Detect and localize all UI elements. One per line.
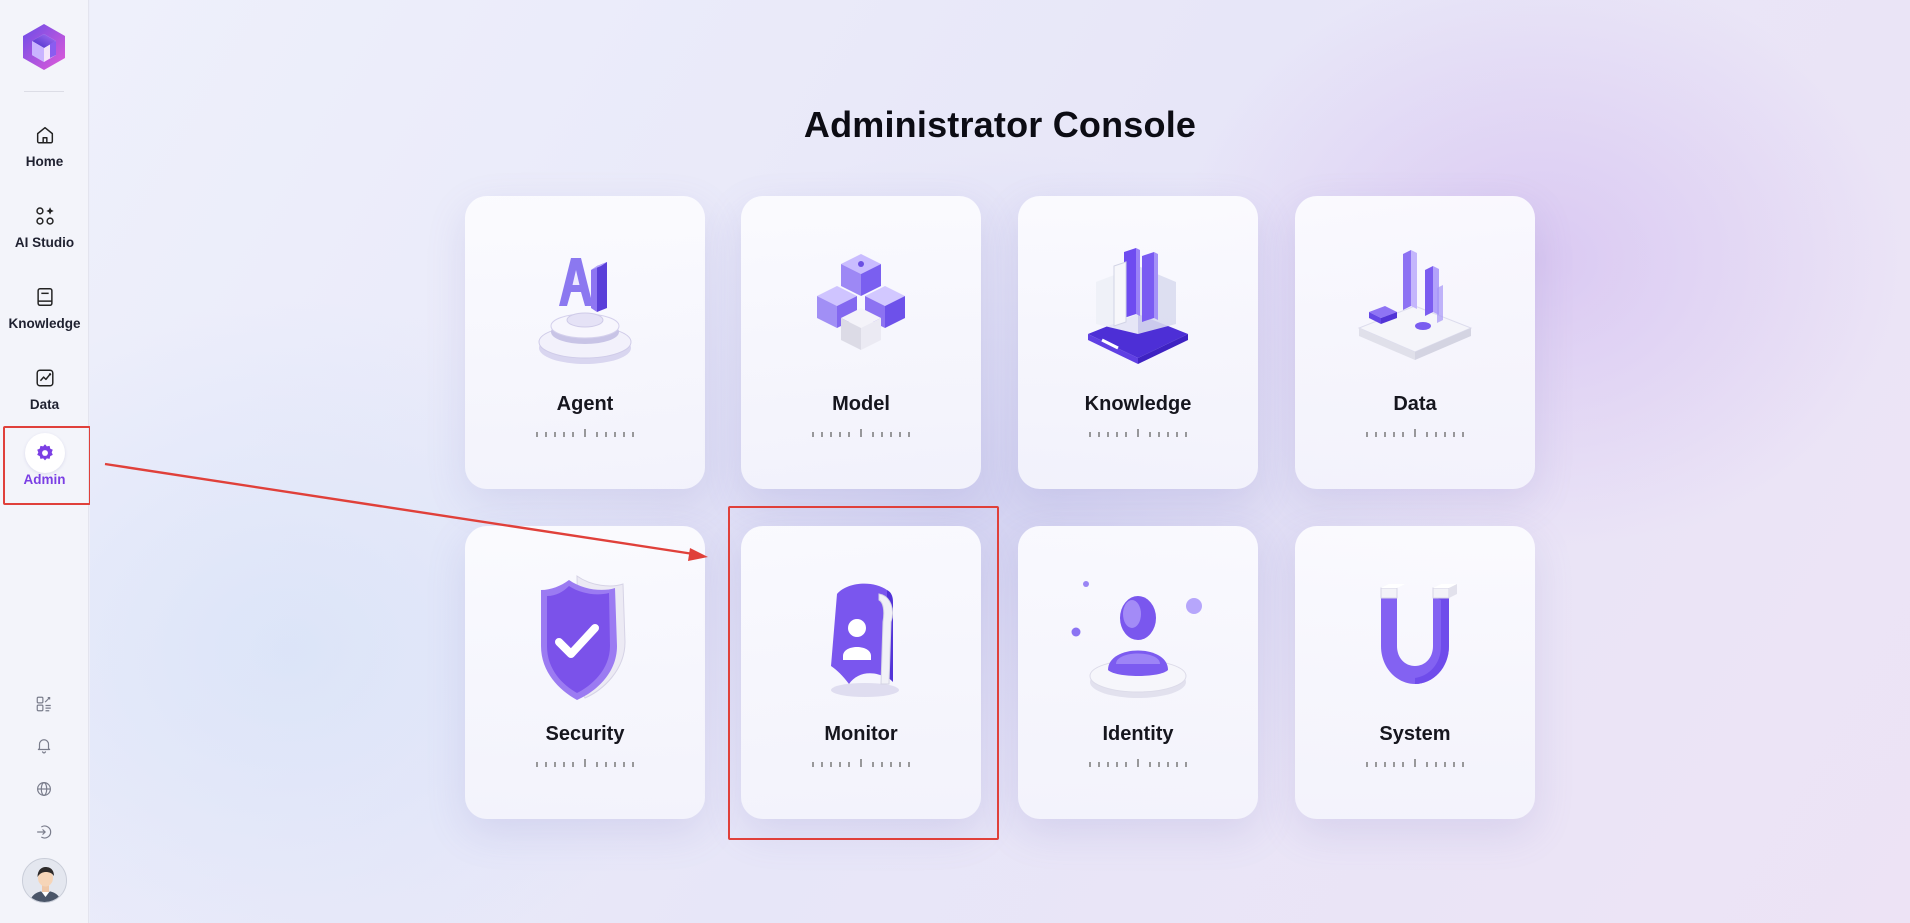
book-icon (23, 278, 67, 316)
sidebar-item-ai-studio[interactable]: AI Studio (0, 197, 89, 263)
ruler-decoration (1366, 429, 1464, 437)
model-cubes-illustration (791, 236, 931, 376)
globe-icon[interactable] (30, 775, 58, 803)
card-model[interactable]: Model (741, 196, 981, 489)
agent-illustration (515, 236, 655, 376)
sidebar-item-label: AI Studio (14, 235, 75, 250)
data-bars-illustration (1345, 236, 1485, 376)
card-monitor[interactable]: Monitor (741, 526, 981, 819)
card-label: System (1379, 723, 1451, 745)
apps-icon[interactable] (30, 690, 58, 718)
bell-icon[interactable] (30, 731, 58, 759)
sidebar-item-home[interactable]: Home (0, 116, 89, 182)
sidebar-item-data[interactable]: Data (0, 359, 89, 425)
sidebar-item-label: Home (25, 154, 64, 169)
card-label: Identity (1102, 723, 1174, 745)
chart-icon (23, 359, 67, 397)
magnet-illustration (1345, 566, 1485, 706)
sidebar: Home AI Studio Knowledge Data Admin (0, 0, 89, 923)
ruler-decoration (812, 759, 910, 767)
card-data[interactable]: Data (1295, 196, 1535, 489)
ruler-decoration (536, 759, 634, 767)
card-security[interactable]: Security (465, 526, 705, 819)
ai-studio-icon (23, 197, 67, 235)
sidebar-item-label: Knowledge (8, 316, 81, 331)
card-identity[interactable]: Identity (1018, 526, 1258, 819)
sidebar-item-label: Data (29, 397, 60, 412)
card-label: Model (832, 393, 890, 415)
home-icon (23, 116, 67, 154)
shield-check-illustration (515, 566, 655, 706)
sidebar-item-knowledge[interactable]: Knowledge (0, 278, 89, 344)
card-label: Agent (556, 393, 614, 415)
avatar[interactable] (22, 858, 67, 903)
card-label: Data (1393, 393, 1437, 415)
ruler-decoration (1366, 759, 1464, 767)
identity-user-illustration (1068, 566, 1208, 706)
main-content: Administrator Console Agent Model Knowle… (90, 0, 1910, 923)
knowledge-books-illustration (1068, 236, 1208, 376)
ruler-decoration (1089, 429, 1187, 437)
monitor-badge-illustration (791, 566, 931, 706)
logout-icon[interactable] (30, 818, 58, 846)
gear-icon (24, 433, 65, 473)
card-label: Security (545, 723, 625, 745)
sidebar-item-label: Admin (23, 472, 66, 487)
card-label: Knowledge (1084, 393, 1192, 415)
sidebar-divider (24, 91, 64, 92)
ruler-decoration (812, 429, 910, 437)
card-agent[interactable]: Agent (465, 196, 705, 489)
ruler-decoration (536, 429, 634, 437)
card-knowledge[interactable]: Knowledge (1018, 196, 1258, 489)
card-system[interactable]: System (1295, 526, 1535, 819)
sidebar-item-admin[interactable]: Admin (0, 433, 89, 500)
card-label: Monitor (824, 723, 898, 745)
app-logo[interactable] (20, 22, 68, 72)
ruler-decoration (1089, 759, 1187, 767)
page-title: Administrator Console (803, 104, 1197, 145)
